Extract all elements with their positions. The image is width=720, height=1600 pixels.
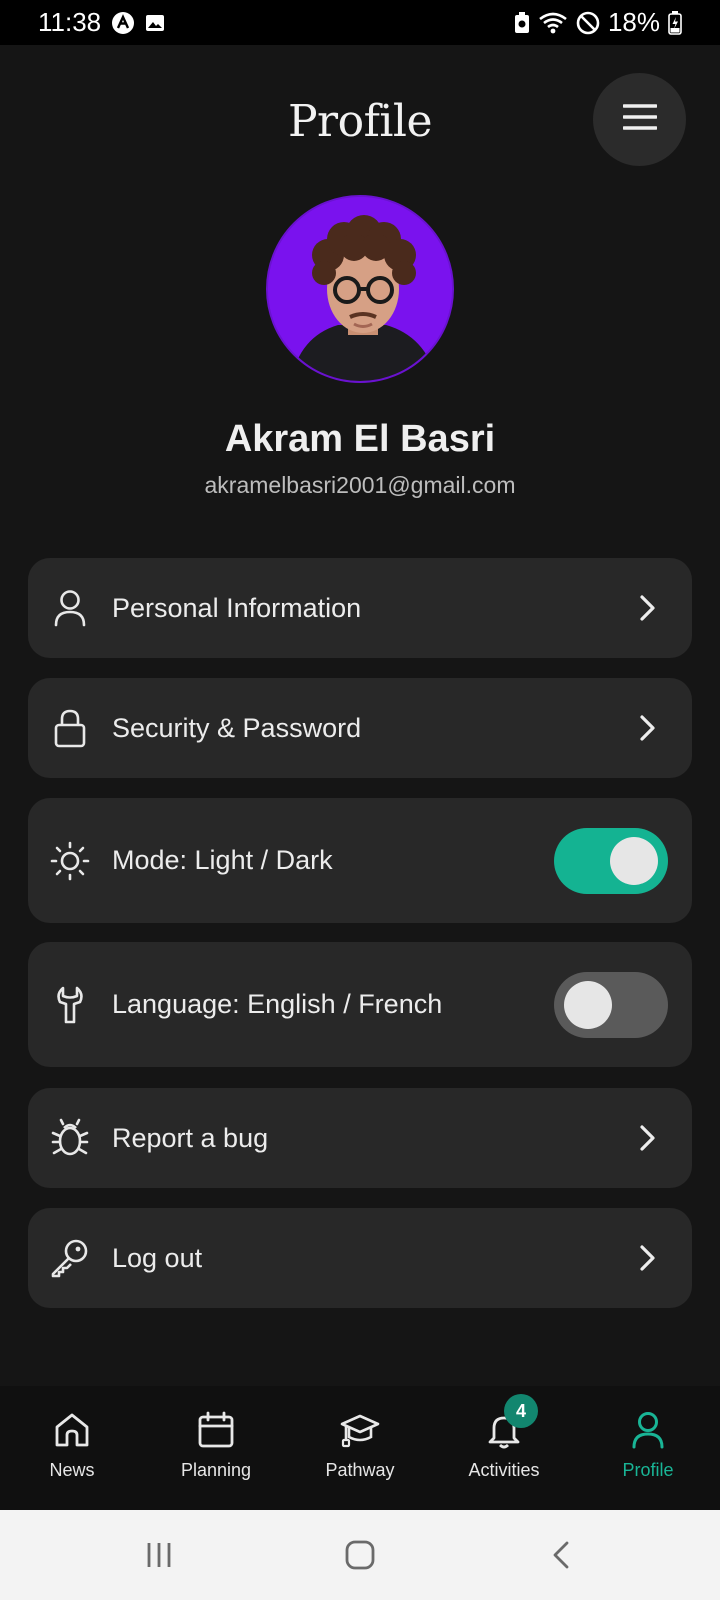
nav-item-news[interactable]: News <box>0 1386 144 1510</box>
chevron-right-icon <box>636 1118 660 1158</box>
user-name: Akram El Basri <box>224 418 496 460</box>
nav-label: Pathway <box>325 1460 395 1480</box>
status-left: 11:38 <box>38 7 165 38</box>
battery-percent: 18% <box>607 7 660 37</box>
report-bug-item[interactable]: Report a bug <box>28 1088 692 1188</box>
language-item: Language: English / French <box>28 942 692 1067</box>
menu-button[interactable] <box>593 73 686 166</box>
status-right: 18% <box>514 7 682 38</box>
mode-toggle[interactable] <box>554 827 668 894</box>
back-icon[interactable] <box>536 1532 586 1578</box>
nav-item-activities[interactable]: 4 Activities <box>432 1386 576 1510</box>
bell-icon: 4 <box>482 1394 538 1452</box>
user-icon <box>626 1408 670 1452</box>
user-email: akramelbasri2001@gmail.com <box>204 472 516 498</box>
bottom-nav: News Planning Pathway 4 Activities Profi… <box>0 1386 720 1510</box>
language-toggle[interactable] <box>554 971 668 1038</box>
notification-badge: 4 <box>504 1394 538 1428</box>
menu-item-label: Security & Password <box>112 712 362 743</box>
nav-item-planning[interactable]: Planning <box>144 1386 288 1510</box>
avatar[interactable] <box>266 195 454 383</box>
toggle-knob <box>610 836 658 885</box>
sun-icon <box>50 841 90 881</box>
key-icon <box>50 1238 90 1278</box>
hamburger-icon <box>621 103 658 136</box>
graduation-cap-icon <box>338 1408 382 1452</box>
calendar-icon <box>194 1408 238 1452</box>
status-bar: 11:38 18% <box>0 0 720 45</box>
wifi-icon <box>538 11 568 35</box>
system-nav-bar <box>0 1510 720 1600</box>
bug-icon <box>50 1118 90 1158</box>
mode-light-dark-item: Mode: Light / Dark <box>28 798 692 923</box>
nav-item-profile[interactable]: Profile <box>576 1386 720 1510</box>
battery-charging-icon <box>668 10 682 35</box>
menu-item-label: Log out <box>112 1242 203 1273</box>
user-icon <box>50 588 90 628</box>
nav-item-pathway[interactable]: Pathway <box>288 1386 432 1510</box>
a-app-icon <box>111 11 135 35</box>
personal-information-item[interactable]: Personal Information <box>28 558 692 658</box>
nav-label: Profile <box>622 1460 674 1480</box>
menu-item-label: Personal Information <box>112 592 362 623</box>
toggle-knob <box>564 980 612 1029</box>
wrench-icon <box>50 985 90 1025</box>
image-icon <box>145 13 165 33</box>
nav-label: Activities <box>468 1460 540 1480</box>
menu-item-label: Mode: Light / Dark <box>112 845 333 875</box>
recent-apps-icon[interactable] <box>134 1532 184 1578</box>
menu-item-label: Language: English / French <box>112 989 443 1019</box>
status-time: 11:38 <box>38 7 102 37</box>
chevron-right-icon <box>636 588 660 628</box>
nav-label: Planning <box>180 1460 252 1480</box>
menu-item-label: Report a bug <box>112 1122 269 1153</box>
home-button-icon[interactable] <box>335 1532 385 1578</box>
home-icon <box>50 1408 94 1452</box>
log-out-item[interactable]: Log out <box>28 1208 692 1308</box>
security-password-item[interactable]: Security & Password <box>28 678 692 778</box>
battery-saver-icon <box>514 11 530 34</box>
avatar-photo <box>268 197 452 381</box>
chevron-right-icon <box>636 708 660 748</box>
nav-label: News <box>49 1460 95 1480</box>
do-not-disturb-icon <box>576 11 600 35</box>
chevron-right-icon <box>636 1238 660 1278</box>
lock-icon <box>50 708 90 748</box>
